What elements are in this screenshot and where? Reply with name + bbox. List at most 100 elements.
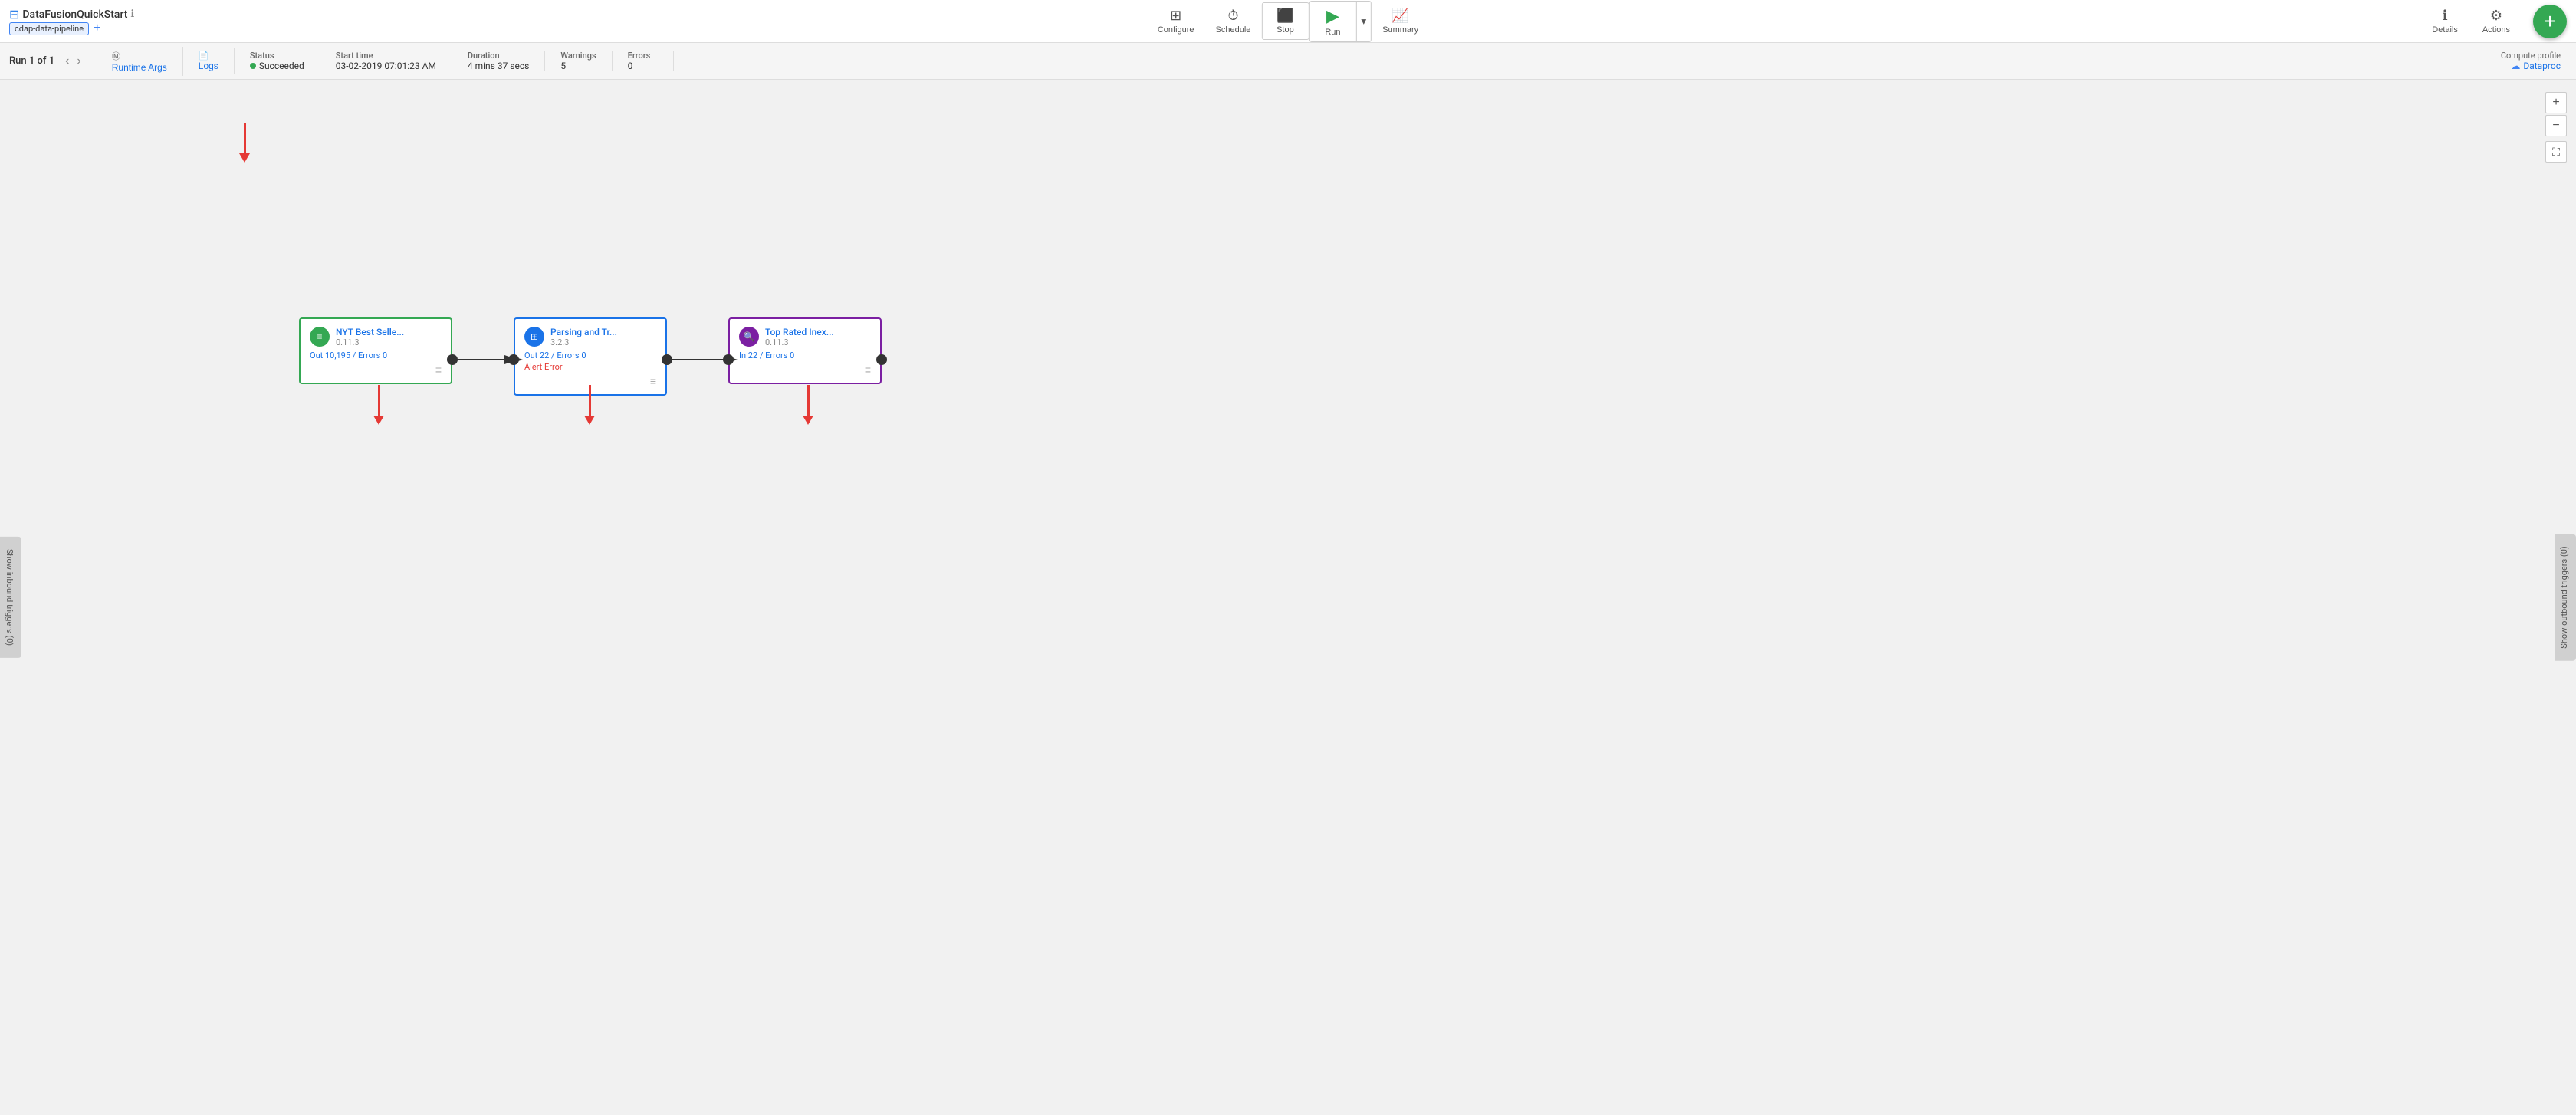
- run-next-button[interactable]: ›: [74, 53, 84, 70]
- transform-node-stats: Out 22 / Errors 0: [524, 350, 656, 360]
- runtime-args-icon-wrap: Ⓜ: [112, 50, 120, 62]
- inbound-triggers-label: Show inbound triggers (0): [5, 549, 15, 646]
- sink-node-name: Top Rated Inex...: [765, 327, 871, 337]
- details-button[interactable]: ℹ Details: [2421, 3, 2469, 39]
- toolbar: ⊟ DataFusionQuickStart ℹ cdap-data-pipel…: [0, 0, 2576, 43]
- sink-input-dot: [723, 354, 734, 365]
- summary-label: Summary: [1382, 25, 1418, 35]
- compute-profile-section: Compute profile ☁ Dataproc: [2501, 51, 2567, 71]
- app-title: DataFusionQuickStart: [22, 8, 127, 21]
- brand-subtitle: cdap-data-pipeline +: [9, 21, 134, 35]
- sink-node-icon: 🔍: [739, 327, 759, 347]
- configure-icon: ⊞: [1170, 8, 1181, 24]
- summary-button[interactable]: 📈 Summary: [1372, 3, 1429, 39]
- start-time-label: Start time: [336, 51, 436, 61]
- sink-title-wrap: Top Rated Inex... 0.11.3: [765, 327, 871, 347]
- source-icon-symbol: ≡: [317, 331, 322, 342]
- run-icon: ▶: [1326, 6, 1339, 26]
- zoom-fullscreen-button[interactable]: ⛶: [2545, 141, 2567, 163]
- sink-node[interactable]: 🔍 Top Rated Inex... 0.11.3 In 22 / Error…: [728, 317, 882, 384]
- brand-title: ⊟ DataFusionQuickStart ℹ: [9, 7, 134, 21]
- transform-output-dot: [662, 354, 672, 365]
- start-time-value: 03-02-2019 07:01:23 AM: [336, 61, 436, 71]
- transform-node-menu-icon[interactable]: ≡: [524, 375, 656, 388]
- transform-node-version: 3.2.3: [550, 337, 656, 347]
- brand-section: ⊟ DataFusionQuickStart ℹ cdap-data-pipel…: [9, 7, 134, 35]
- source-node-menu-icon[interactable]: ≡: [310, 363, 442, 377]
- warnings-label: Warnings: [560, 51, 596, 61]
- sink-node-menu-icon[interactable]: ≡: [739, 363, 871, 377]
- details-icon: ℹ: [2443, 8, 2448, 24]
- connections-svg: [0, 80, 2576, 1115]
- pipeline-tab[interactable]: cdap-data-pipeline: [9, 22, 89, 35]
- runtime-args-button[interactable]: Ⓜ Runtime Args: [97, 47, 183, 76]
- zoom-in-button[interactable]: +: [2545, 92, 2567, 113]
- zoom-out-icon: −: [2552, 119, 2559, 133]
- run-prev-button[interactable]: ‹: [62, 53, 72, 70]
- duration-section: Duration 4 mins 37 secs: [452, 51, 545, 71]
- logs-label: Logs: [199, 61, 219, 71]
- source-annotation-arrow: [373, 385, 384, 425]
- summary-icon: 📈: [1392, 8, 1408, 24]
- zoom-out-button[interactable]: −: [2545, 115, 2567, 136]
- transform-node-name: Parsing and Tr...: [550, 327, 656, 337]
- zoom-in-icon: +: [2552, 96, 2559, 110]
- transform-node[interactable]: ⊞ Parsing and Tr... 3.2.3 Out 22 / Error…: [514, 317, 667, 396]
- actions-button[interactable]: ⚙ Actions: [2472, 3, 2521, 39]
- logs-button[interactable]: 📄 Logs: [183, 48, 235, 74]
- status-dot: [250, 63, 256, 69]
- sink-output-dot: [876, 354, 887, 365]
- fab-icon: +: [2544, 9, 2556, 34]
- run-navigation: Run 1 of 1 ‹ ›: [9, 53, 84, 70]
- run-button[interactable]: ▶ Run: [1309, 2, 1355, 41]
- schedule-label: Schedule: [1216, 25, 1251, 35]
- source-title-wrap: NYT Best Selle... 0.11.3: [336, 327, 442, 347]
- fab-button[interactable]: +: [2533, 5, 2567, 38]
- start-time-section: Start time 03-02-2019 07:01:23 AM: [320, 51, 452, 71]
- warnings-value: 5: [560, 61, 596, 71]
- source-node[interactable]: ≡ NYT Best Selle... 0.11.3 Out 10,195 / …: [299, 317, 452, 384]
- details-label: Details: [2432, 25, 2458, 35]
- run-label: Run 1 of 1: [9, 55, 54, 67]
- schedule-button[interactable]: ⏱ Schedule: [1205, 3, 1262, 39]
- outbound-triggers-panel[interactable]: Show outbound triggers (0): [2555, 534, 2576, 660]
- compute-profile-label: Compute profile: [2501, 51, 2561, 61]
- sink-icon-symbol: 🔍: [744, 331, 755, 342]
- zoom-controls: + − ⛶: [2545, 92, 2567, 163]
- source-node-version: 0.11.3: [336, 337, 442, 347]
- transform-title-wrap: Parsing and Tr... 3.2.3: [550, 327, 656, 347]
- fullscreen-icon: ⛶: [2552, 146, 2560, 159]
- compute-profile-name: Dataproc: [2523, 61, 2561, 71]
- transform-node-header: ⊞ Parsing and Tr... 3.2.3: [524, 327, 656, 347]
- configure-label: Configure: [1158, 25, 1194, 35]
- source-node-name: NYT Best Selle...: [336, 327, 442, 337]
- add-tab-button[interactable]: +: [92, 21, 102, 35]
- cloud-icon: ☁: [2511, 61, 2520, 71]
- actions-icon: ⚙: [2490, 8, 2502, 24]
- errors-value: 0: [628, 61, 658, 71]
- transform-node-icon: ⊞: [524, 327, 544, 347]
- inbound-triggers-panel[interactable]: Show inbound triggers (0): [0, 537, 21, 658]
- status-text: Succeeded: [259, 61, 304, 71]
- brand-bar-icon: ⊟: [9, 7, 19, 21]
- run-group: ▶ Run ▾: [1309, 1, 1372, 42]
- stop-icon: ⬛: [1276, 8, 1293, 24]
- configure-button[interactable]: ⊞ Configure: [1147, 3, 1205, 39]
- status-label: Status: [250, 51, 304, 61]
- sink-node-stats: In 22 / Errors 0: [739, 350, 871, 360]
- logs-icon-wrap: 📄: [199, 51, 209, 61]
- transform-icon-symbol: ⊞: [531, 331, 538, 342]
- compute-profile-value: ☁ Dataproc: [2511, 61, 2561, 71]
- transform-node-alert: Alert Error: [524, 362, 656, 372]
- stop-button-wrap: ⬛ Stop: [1261, 2, 1309, 40]
- stop-label: Stop: [1276, 25, 1294, 35]
- sink-node-version: 0.11.3: [765, 337, 871, 347]
- source-node-stats: Out 10,195 / Errors 0: [310, 350, 442, 360]
- toolbar-right: ℹ Details ⚙ Actions +: [2421, 3, 2567, 39]
- info-icon[interactable]: ℹ: [130, 8, 134, 20]
- run-dropdown-button[interactable]: ▾: [1355, 2, 1371, 41]
- toolbar-center: ⊞ Configure ⏱ Schedule ⬛ Stop ▶ Run ▾ 📈 …: [1147, 1, 1429, 42]
- transform-input-dot: [508, 354, 519, 365]
- stop-button[interactable]: ⬛ Stop: [1262, 3, 1308, 39]
- errors-section: Errors 0: [613, 51, 674, 71]
